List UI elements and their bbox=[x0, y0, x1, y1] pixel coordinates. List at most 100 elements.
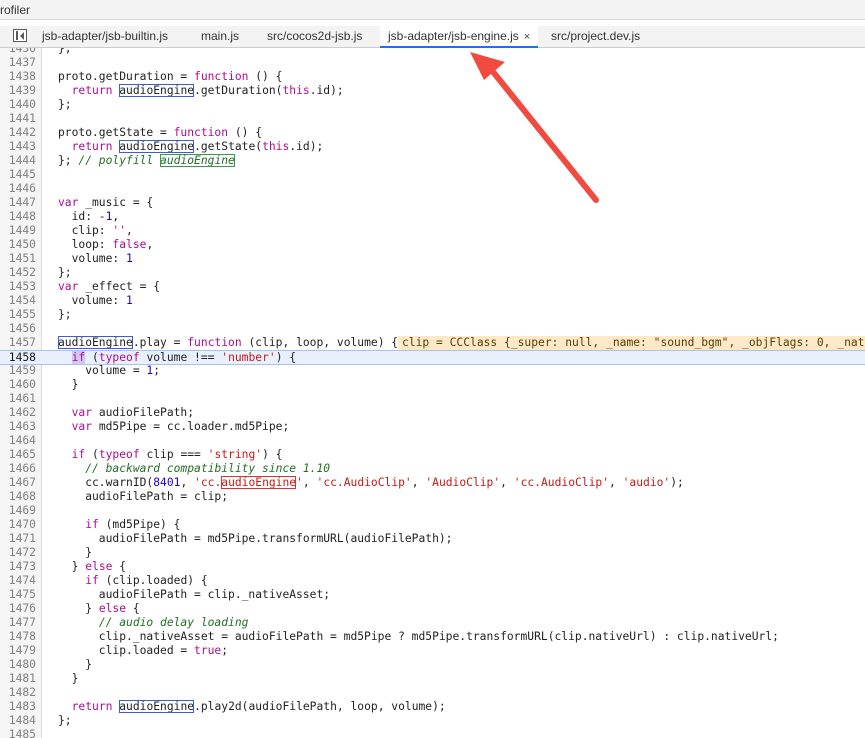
code-line[interactable]: 1438 proto.getDuration = function () { bbox=[0, 70, 865, 84]
toggle-navigator-icon[interactable] bbox=[13, 29, 27, 42]
code-line[interactable]: 1448 id: -1, bbox=[0, 210, 865, 224]
line-number[interactable]: 1453 bbox=[0, 280, 36, 294]
line-number[interactable]: 1443 bbox=[0, 140, 36, 154]
code-line[interactable]: 1469 bbox=[0, 504, 865, 518]
code-line[interactable]: 1480 } bbox=[0, 658, 865, 672]
line-number[interactable]: 1467 bbox=[0, 476, 36, 490]
code-line[interactable]: 1457 audioEngine.play = function (clip, l… bbox=[0, 336, 865, 350]
line-number[interactable]: 1451 bbox=[0, 252, 36, 266]
line-number[interactable]: 1462 bbox=[0, 406, 36, 420]
code-line[interactable]: 1484}; bbox=[0, 714, 865, 728]
code-line[interactable]: 1440}; bbox=[0, 98, 865, 112]
line-number[interactable]: 1444 bbox=[0, 154, 36, 168]
line-number[interactable]: 1466 bbox=[0, 462, 36, 476]
code-line[interactable]: 1454 volume: 1 bbox=[0, 294, 865, 308]
code-line[interactable]: 1447 var _music = { bbox=[0, 196, 865, 210]
line-number[interactable]: 1468 bbox=[0, 490, 36, 504]
code-line[interactable]: 1452}; bbox=[0, 266, 865, 280]
line-number[interactable]: 1446 bbox=[0, 182, 36, 196]
code-line[interactable]: 1467 cc.warnID(8401, 'cc.audioEngine', '… bbox=[0, 476, 865, 490]
code-line[interactable]: 1477 // audio delay loading bbox=[0, 616, 865, 630]
line-number[interactable]: 1437 bbox=[0, 56, 36, 70]
code-line[interactable]: 1463 var md5Pipe = cc.loader.md5Pipe; bbox=[0, 420, 865, 434]
line-number[interactable]: 1469 bbox=[0, 504, 36, 518]
line-number[interactable]: 1436 bbox=[0, 48, 36, 56]
line-number[interactable]: 1475 bbox=[0, 588, 36, 602]
line-number[interactable]: 1455 bbox=[0, 308, 36, 322]
code-line[interactable]: 1462 var audioFilePath; bbox=[0, 406, 865, 420]
code-line[interactable]: 1443 return audioEngine.getState(this.id… bbox=[0, 140, 865, 154]
code-line[interactable]: 1482 bbox=[0, 686, 865, 700]
line-number[interactable]: 1442 bbox=[0, 126, 36, 140]
line-number[interactable]: 1445 bbox=[0, 168, 36, 182]
line-number[interactable]: 1450 bbox=[0, 238, 36, 252]
code-line[interactable]: 1476 } else { bbox=[0, 602, 865, 616]
code-line[interactable]: 1445 bbox=[0, 168, 865, 182]
tab-cocos2d-jsb[interactable]: src/cocos2d-jsb.js bbox=[267, 26, 362, 47]
line-number[interactable]: 1485 bbox=[0, 728, 36, 738]
code-line[interactable]: 1464 bbox=[0, 434, 865, 448]
code-line[interactable]: 1461 bbox=[0, 392, 865, 406]
code-line[interactable]: 1436}; bbox=[0, 48, 865, 56]
code-line[interactable]: 1449 clip: '', bbox=[0, 224, 865, 238]
line-number[interactable]: 1479 bbox=[0, 644, 36, 658]
code-line[interactable]: 1468 audioFilePath = clip; bbox=[0, 490, 865, 504]
code-line[interactable]: 1460 } bbox=[0, 378, 865, 392]
code-line[interactable]: 1470 if (md5Pipe) { bbox=[0, 518, 865, 532]
line-number[interactable]: 1459 bbox=[0, 364, 36, 378]
line-number[interactable]: 1449 bbox=[0, 224, 36, 238]
code-line[interactable]: 1483 return audioEngine.play2d(audioFile… bbox=[0, 700, 865, 714]
line-number[interactable]: 1465 bbox=[0, 448, 36, 462]
line-number[interactable]: 1460 bbox=[0, 378, 36, 392]
line-number[interactable]: 1470 bbox=[0, 518, 36, 532]
line-number[interactable]: 1477 bbox=[0, 616, 36, 630]
code-line[interactable]: 1471 audioFilePath = md5Pipe.transformUR… bbox=[0, 532, 865, 546]
line-number[interactable]: 1471 bbox=[0, 532, 36, 546]
code-editor[interactable]: 1436}; 1437 1438 proto.getDuration = functi… bbox=[0, 48, 865, 738]
line-number[interactable]: 1439 bbox=[0, 84, 36, 98]
code-line[interactable]: 1446 bbox=[0, 182, 865, 196]
line-number[interactable]: 1441 bbox=[0, 112, 36, 126]
line-number[interactable]: 1484 bbox=[0, 714, 36, 728]
code-line[interactable]: 1453 var _effect = { bbox=[0, 280, 865, 294]
line-number[interactable]: 1447 bbox=[0, 196, 36, 210]
code-line[interactable]: 1442 proto.getState = function () { bbox=[0, 126, 865, 140]
code-line[interactable]: 1437 bbox=[0, 56, 865, 70]
code-line[interactable]: 1479 clip.loaded = true; bbox=[0, 644, 865, 658]
line-number[interactable]: 1454 bbox=[0, 294, 36, 308]
code-line[interactable]: 1455}; bbox=[0, 308, 865, 322]
code-line[interactable]: 1439 return audioEngine.getDuration(this… bbox=[0, 84, 865, 98]
code-line[interactable]: 1478 clip._nativeAsset = audioFilePath =… bbox=[0, 630, 865, 644]
close-tab-icon[interactable]: × bbox=[524, 31, 530, 43]
code-line[interactable]: 1472 } bbox=[0, 546, 865, 560]
line-number[interactable]: 1438 bbox=[0, 70, 36, 84]
code-line[interactable]: 1485 bbox=[0, 728, 865, 738]
code-line[interactable]: 1450 loop: false, bbox=[0, 238, 865, 252]
line-number[interactable]: 1463 bbox=[0, 420, 36, 434]
line-number[interactable]: 1448 bbox=[0, 210, 36, 224]
line-number[interactable]: 1464 bbox=[0, 434, 36, 448]
line-number[interactable]: 1458 bbox=[0, 351, 36, 365]
code-line[interactable]: 1466 // backward compatibility since 1.1… bbox=[0, 462, 865, 476]
tab-main[interactable]: main.js bbox=[201, 26, 239, 47]
tab-jsb-builtin[interactable]: jsb-adapter/jsb-builtin.js bbox=[42, 26, 168, 47]
line-number[interactable]: 1461 bbox=[0, 392, 36, 406]
tab-jsb-engine[interactable]: jsb-adapter/jsb-engine.js × bbox=[380, 26, 539, 48]
code-line[interactable]: 1456 bbox=[0, 322, 865, 336]
code-line[interactable]: 1441 bbox=[0, 112, 865, 126]
line-number[interactable]: 1476 bbox=[0, 602, 36, 616]
code-line[interactable]: 1465 if (typeof clip === 'string') { bbox=[0, 448, 865, 462]
code-line[interactable]: 1451 volume: 1 bbox=[0, 252, 865, 266]
code-line[interactable]: 1459 volume = 1; bbox=[0, 364, 865, 378]
line-number[interactable]: 1478 bbox=[0, 630, 36, 644]
code-line[interactable]: 1474 if (clip.loaded) { bbox=[0, 574, 865, 588]
line-number[interactable]: 1480 bbox=[0, 658, 36, 672]
line-number[interactable]: 1456 bbox=[0, 322, 36, 336]
line-number[interactable]: 1457 bbox=[0, 336, 36, 350]
line-number[interactable]: 1483 bbox=[0, 700, 36, 714]
code-line[interactable]: 1481 } bbox=[0, 672, 865, 686]
line-number[interactable]: 1474 bbox=[0, 574, 36, 588]
line-number[interactable]: 1452 bbox=[0, 266, 36, 280]
execution-line[interactable]: 1458 if (typeof volume !== 'number') { bbox=[0, 350, 865, 365]
line-number[interactable]: 1440 bbox=[0, 98, 36, 112]
